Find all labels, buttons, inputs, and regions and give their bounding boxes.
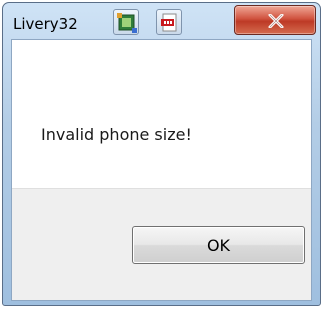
- title-bar[interactable]: Livery32: [3, 3, 320, 35]
- close-icon: [268, 14, 284, 28]
- pdf-icon: [156, 9, 182, 35]
- window-title: Livery32: [13, 15, 78, 33]
- image-editor-icon: [113, 9, 139, 35]
- message-dialog-window: Livery32 Invalid phone size! OK: [2, 2, 321, 306]
- dialog-content: Invalid phone size! OK: [11, 39, 312, 301]
- ok-button[interactable]: OK: [132, 226, 305, 264]
- button-area: OK: [12, 188, 311, 300]
- error-message: Invalid phone size!: [41, 125, 192, 144]
- close-button[interactable]: [234, 5, 316, 35]
